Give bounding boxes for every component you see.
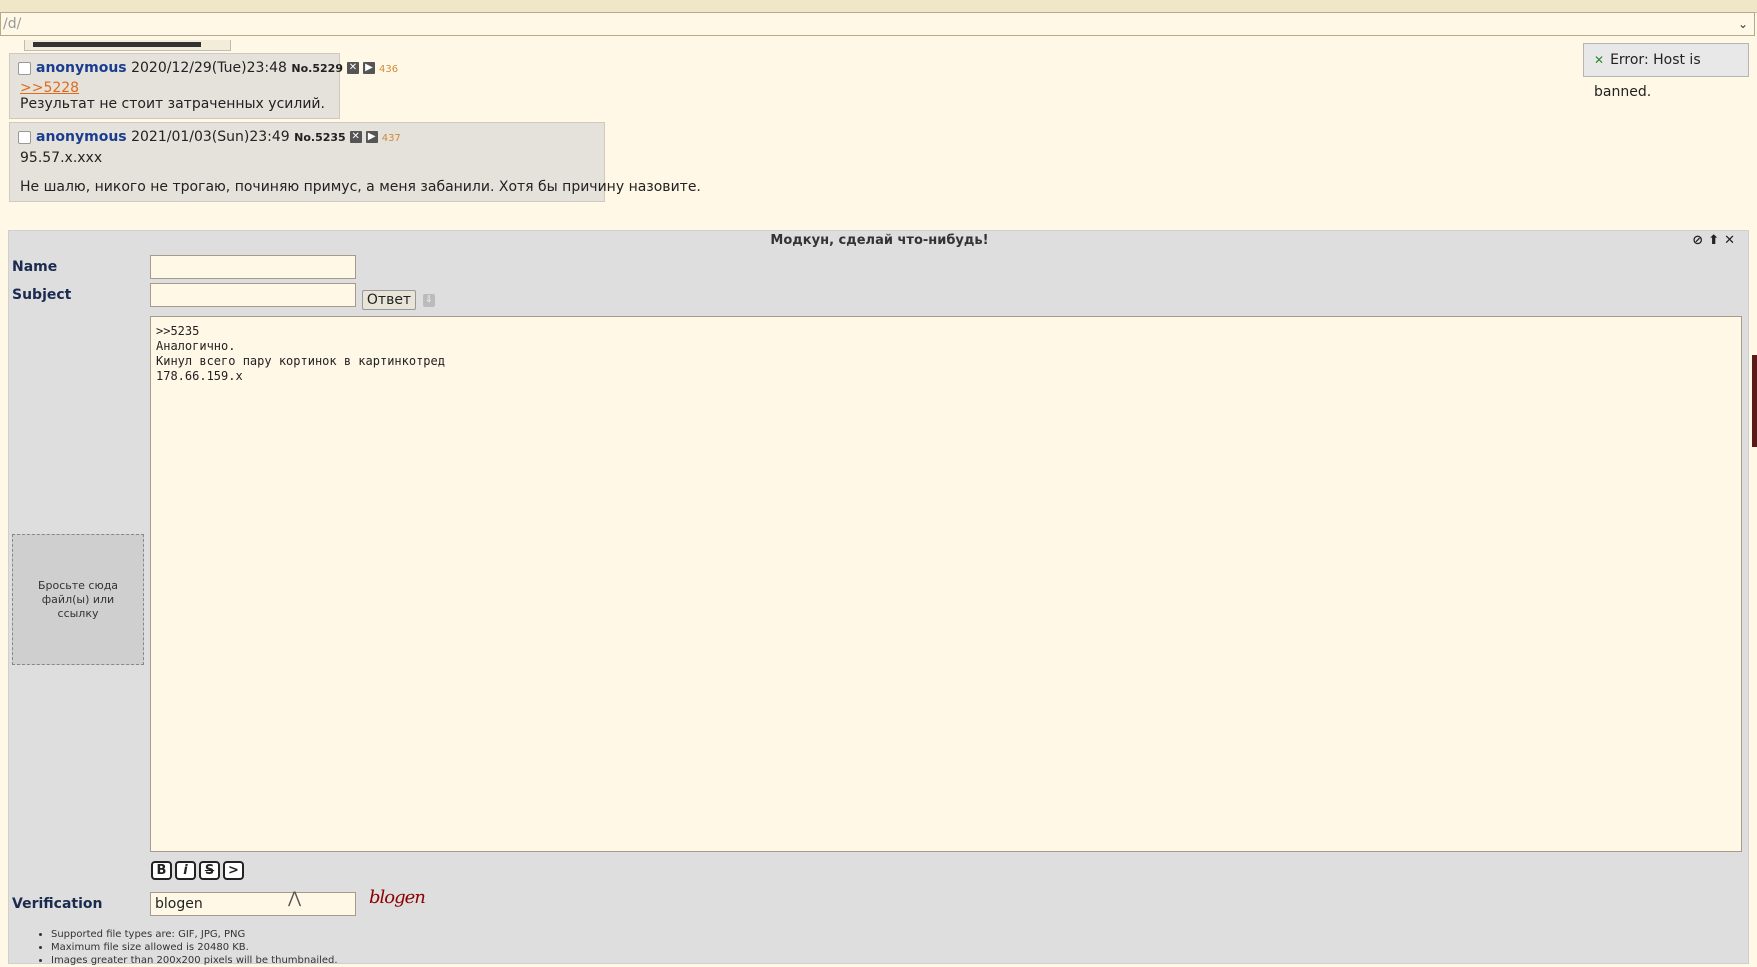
delete-icon[interactable]: ✕ xyxy=(346,62,359,74)
post-text: 95.57.x.xxx xyxy=(20,150,103,166)
upload-rules: Supported file types are: GIF, JPG, PNG … xyxy=(39,928,338,967)
form-title[interactable]: Модкун, сделай что-нибудь! xyxy=(9,233,1750,248)
post-checkbox[interactable] xyxy=(18,131,31,144)
play-icon[interactable]: ▶ xyxy=(362,62,375,74)
post-checkbox[interactable] xyxy=(18,62,31,75)
close-icon[interactable]: ✕ xyxy=(1724,233,1740,248)
message-textarea[interactable]: >>5235 Аналогично. Кинул всего пару корт… xyxy=(150,316,1742,852)
captcha-image: blogen xyxy=(369,887,426,908)
download-icon[interactable]: ⇩ xyxy=(423,294,435,307)
subject-label: Subject xyxy=(12,287,72,303)
poster-name: anonymous xyxy=(36,129,127,145)
reply-form: Модкун, сделай что-нибудь! ⊘⬆✕ Name Subj… xyxy=(8,230,1750,967)
post-date: 2020/12/29(Tue)23:48 xyxy=(131,60,287,76)
drop-zone-text: Бросьте сюда файл(ы) или ссылку xyxy=(37,578,119,620)
verification-input[interactable]: blogen xyxy=(150,892,356,916)
post-header: anonymous 2021/01/03(Sun)23:49 No.5235 ✕ ▶… xyxy=(18,129,401,145)
name-input[interactable] xyxy=(150,255,356,279)
verification-label: Verification xyxy=(12,896,103,912)
close-icon[interactable]: ✕ xyxy=(1594,53,1604,67)
file-drop-zone[interactable]: Бросьте сюда файл(ы) или ссылку xyxy=(12,534,144,665)
image-thumbnail[interactable] xyxy=(24,40,231,51)
post-header: anonymous 2020/12/29(Tue)23:48 No.5229 ✕ ▶… xyxy=(18,60,398,76)
reply-post: anonymous 2021/01/03(Sun)23:49 No.5235 ✕ ▶… xyxy=(9,122,701,202)
ban-icon[interactable]: ⊘ xyxy=(1692,233,1708,248)
arrow-up-icon[interactable]: ⬆ xyxy=(1708,233,1724,248)
post-count: 436 xyxy=(378,64,399,75)
poster-name: anonymous xyxy=(36,60,127,76)
thumbnail-strip xyxy=(33,42,201,47)
error-text: Error: Host is banned. xyxy=(1594,52,1701,100)
rule-item: Maximum file size allowed is 20480 KB. xyxy=(51,941,338,954)
bold-button[interactable]: B xyxy=(151,861,172,880)
play-icon[interactable]: ▶ xyxy=(365,131,378,143)
post-count: 437 xyxy=(381,133,401,144)
rule-item: Images greater than 200x200 pixels will … xyxy=(51,954,338,967)
text-cursor-icon: ⋀ xyxy=(288,888,302,907)
strike-button[interactable]: S xyxy=(199,861,220,880)
quote-button[interactable]: > xyxy=(223,861,244,880)
chevron-down-icon: ⌄ xyxy=(1737,17,1748,31)
reply-button[interactable]: Ответ xyxy=(362,290,416,310)
post-date: 2021/01/03(Sun)23:49 xyxy=(131,129,290,145)
post-text: Результат не стоит затраченных усилий. xyxy=(20,96,325,112)
board-select[interactable]: /d/ ⌄ xyxy=(0,12,1755,36)
scrollbar-thumb[interactable] xyxy=(1752,355,1757,447)
post-number[interactable]: No.5229 xyxy=(291,62,343,75)
form-controls: ⊘⬆✕ xyxy=(1692,233,1740,248)
reply-post: anonymous 2020/12/29(Tue)23:48 No.5229 ✕ ▶… xyxy=(9,53,398,119)
delete-icon[interactable]: ✕ xyxy=(349,131,362,143)
name-label: Name xyxy=(12,259,58,275)
quote-link[interactable]: >>5228 xyxy=(20,80,79,96)
subject-input[interactable] xyxy=(150,283,356,307)
error-notice[interactable]: ✕ Error: Host is banned. xyxy=(1583,43,1749,100)
post-number[interactable]: No.5235 xyxy=(294,131,346,144)
italic-button[interactable]: i xyxy=(175,861,196,880)
rule-item: Supported file types are: GIF, JPG, PNG xyxy=(51,928,338,941)
board-select-value: /d/ xyxy=(3,16,22,32)
post-text: Не шалю, никого не трогаю, починяю приму… xyxy=(20,179,701,195)
